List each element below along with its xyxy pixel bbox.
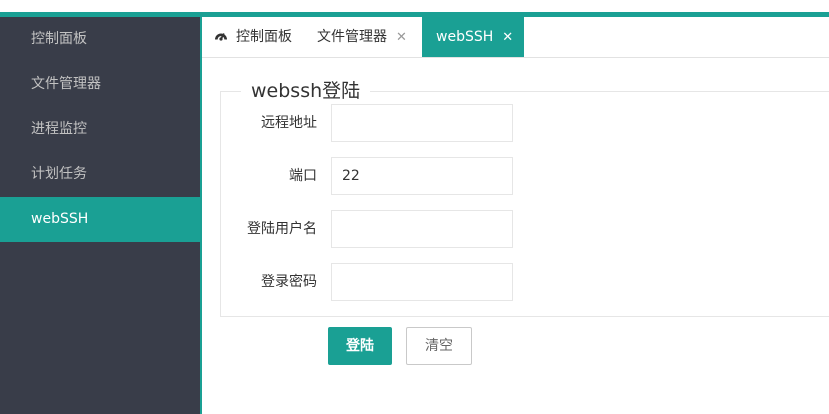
sidebar-item-webssh[interactable]: webSSH: [0, 197, 200, 242]
tab-label: 控制面板: [236, 29, 292, 45]
password-label: 登录密码: [261, 274, 317, 290]
close-icon[interactable]: ✕: [502, 18, 513, 58]
sidebar-item-file-manager[interactable]: 文件管理器: [0, 62, 200, 107]
tab-webssh[interactable]: webSSH ✕: [422, 17, 524, 57]
close-icon[interactable]: ✕: [396, 18, 407, 58]
sidebar-item-process-monitor[interactable]: 进程监控: [0, 107, 200, 152]
password-input[interactable]: [331, 263, 513, 301]
form-legend: webssh登陆: [241, 78, 371, 104]
port-label: 端口: [289, 168, 317, 184]
sidebar-item-scheduled-tasks[interactable]: 计划任务: [0, 152, 200, 197]
username-input[interactable]: [331, 210, 513, 248]
sidebar: 控制面板 文件管理器 进程监控 计划任务 webSSH: [0, 17, 202, 414]
top-header-bar: [0, 0, 829, 17]
tab-label: webSSH: [436, 29, 494, 45]
port-input[interactable]: [331, 157, 513, 195]
tab-label: 文件管理器: [317, 29, 387, 45]
clear-button[interactable]: 清空: [406, 327, 472, 365]
remote-address-label: 远程地址: [261, 115, 317, 131]
sidebar-item-control-panel[interactable]: 控制面板: [0, 17, 200, 62]
dashboard-icon: [214, 19, 228, 41]
tab-bar: 控制面板 文件管理器 ✕ webSSH ✕: [202, 17, 829, 58]
username-label: 登陆用户名: [247, 221, 317, 237]
tab-file-manager[interactable]: 文件管理器 ✕: [317, 17, 407, 57]
login-button[interactable]: 登陆: [328, 327, 392, 365]
remote-address-input[interactable]: [331, 104, 513, 142]
tab-control-panel[interactable]: 控制面板: [214, 17, 292, 57]
